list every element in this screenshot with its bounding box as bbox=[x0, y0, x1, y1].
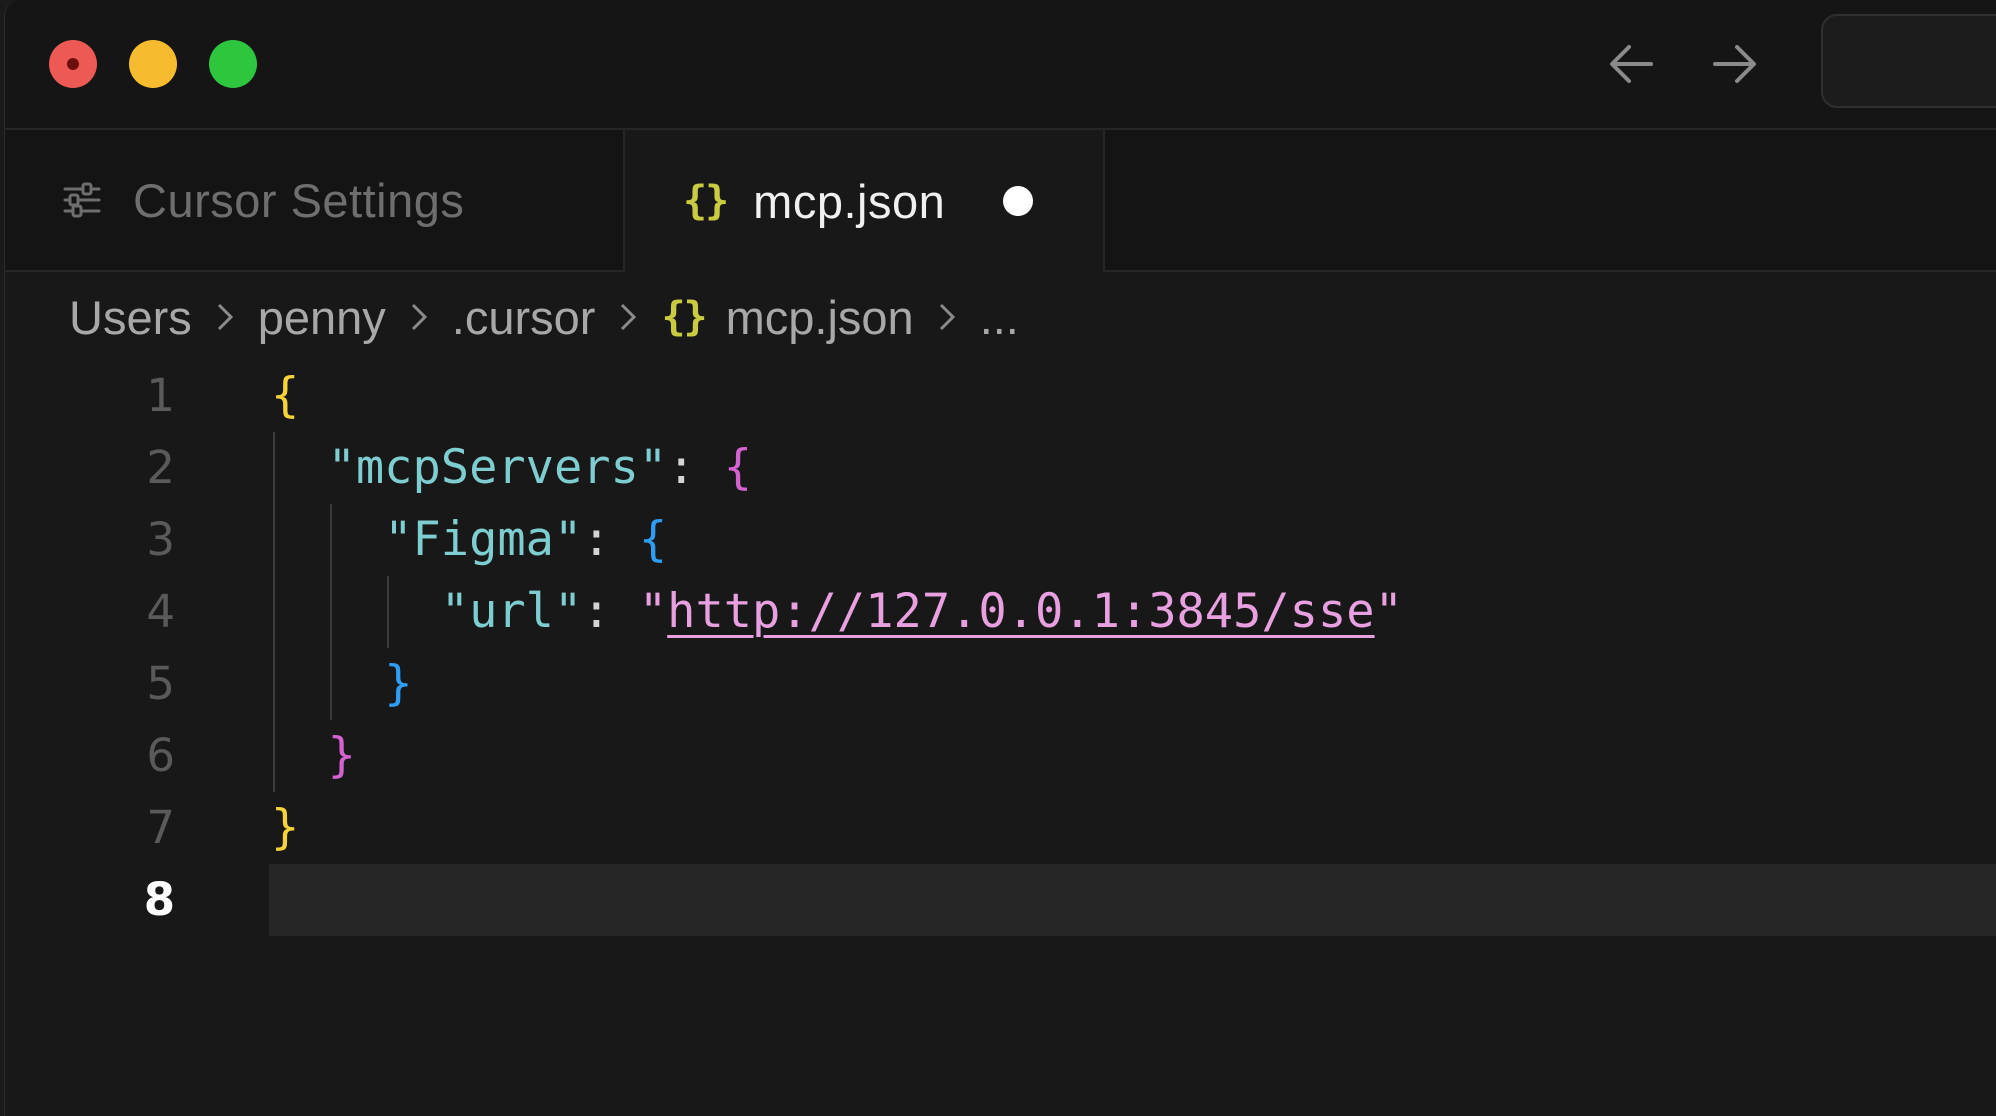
json-braces-icon: {} bbox=[661, 294, 707, 340]
code-line: 2 "mcpServers": { bbox=[5, 432, 1996, 504]
open-brace: { bbox=[271, 368, 300, 423]
chevron-right-icon bbox=[621, 303, 637, 331]
code-line: 3 "Figma": { bbox=[5, 504, 1996, 576]
tab-mcp-json[interactable]: {} mcp.json bbox=[625, 130, 1105, 272]
code-line: 4 "url": "http://127.0.0.1:3845/sse" bbox=[5, 576, 1996, 648]
code-text: } bbox=[271, 792, 299, 864]
code-text: { bbox=[271, 360, 299, 432]
chevron-right-icon bbox=[939, 303, 955, 331]
breadcrumb-item-cursor[interactable]: .cursor bbox=[452, 290, 596, 345]
string-quote: " bbox=[638, 584, 668, 639]
close-window-button[interactable] bbox=[49, 40, 97, 88]
sliders-icon bbox=[63, 182, 101, 218]
code-text: "mcpServers": { bbox=[271, 432, 752, 504]
close-brace: } bbox=[271, 800, 300, 855]
breadcrumb-item-penny[interactable]: penny bbox=[258, 290, 386, 345]
open-brace: { bbox=[723, 440, 753, 495]
tab-label: mcp.json bbox=[753, 174, 946, 228]
line-number: 5 bbox=[146, 657, 175, 710]
chevron-right-icon bbox=[411, 303, 427, 331]
unsaved-changes-dot[interactable] bbox=[1003, 186, 1034, 216]
line-number: 6 bbox=[146, 729, 175, 782]
minimize-window-button[interactable] bbox=[129, 40, 177, 88]
line-number: 7 bbox=[146, 801, 175, 854]
close-brace: } bbox=[327, 728, 356, 783]
colon: : bbox=[582, 584, 639, 639]
code-text: } bbox=[271, 648, 412, 720]
maximize-window-button[interactable] bbox=[209, 40, 257, 88]
code-text: "Figma": { bbox=[271, 504, 667, 576]
tab-bar: Cursor Settings {} mcp.json bbox=[5, 130, 1996, 272]
colon: : bbox=[667, 440, 724, 495]
breadcrumb-item-mcp-json[interactable]: mcp.json bbox=[726, 290, 914, 345]
command-search-box[interactable] bbox=[1821, 14, 1996, 108]
code-line: 8 bbox=[5, 864, 1996, 936]
editor-window: Cursor Settings {} mcp.json Users penny … bbox=[4, 0, 1996, 1116]
code-line: 7 } bbox=[5, 792, 1996, 864]
line-number: 4 bbox=[146, 585, 175, 638]
url-link[interactable]: http://127.0.0.1:3845/sse bbox=[667, 584, 1374, 639]
open-brace: { bbox=[638, 512, 668, 567]
colon: : bbox=[582, 512, 639, 567]
breadcrumb-item-users[interactable]: Users bbox=[69, 290, 192, 345]
code-editor[interactable]: 1 { 2 "mcpServers": { 3 "Figma": { 4 "ur… bbox=[5, 360, 1996, 1116]
tab-label: Cursor Settings bbox=[133, 173, 465, 227]
close-brace: } bbox=[384, 656, 413, 711]
json-key: "url" bbox=[440, 584, 583, 639]
code-text: "url": "http://127.0.0.1:3845/sse" bbox=[271, 576, 1403, 648]
code-line: 1 { bbox=[5, 360, 1996, 432]
title-bar bbox=[5, 0, 1996, 130]
code-text: } bbox=[271, 720, 356, 792]
line-number: 2 bbox=[146, 441, 175, 494]
string-quote: " bbox=[1374, 584, 1403, 639]
arrow-left-icon[interactable] bbox=[1601, 34, 1661, 94]
json-key: "mcpServers" bbox=[327, 440, 668, 495]
line-number: 1 bbox=[146, 369, 175, 422]
breadcrumb-item-symbols[interactable]: ... bbox=[980, 290, 1019, 345]
json-braces-icon: {} bbox=[683, 178, 729, 224]
code-line: 5 } bbox=[5, 648, 1996, 720]
line-number-current: 8 bbox=[143, 873, 175, 926]
breadcrumb: Users penny .cursor {} mcp.json ... bbox=[69, 282, 1019, 352]
arrow-right-icon[interactable] bbox=[1705, 34, 1765, 94]
json-key: "Figma" bbox=[384, 512, 583, 567]
tab-cursor-settings[interactable]: Cursor Settings bbox=[5, 130, 625, 270]
chevron-right-icon bbox=[217, 303, 233, 331]
code-line: 6 } bbox=[5, 720, 1996, 792]
line-number: 3 bbox=[146, 513, 175, 566]
